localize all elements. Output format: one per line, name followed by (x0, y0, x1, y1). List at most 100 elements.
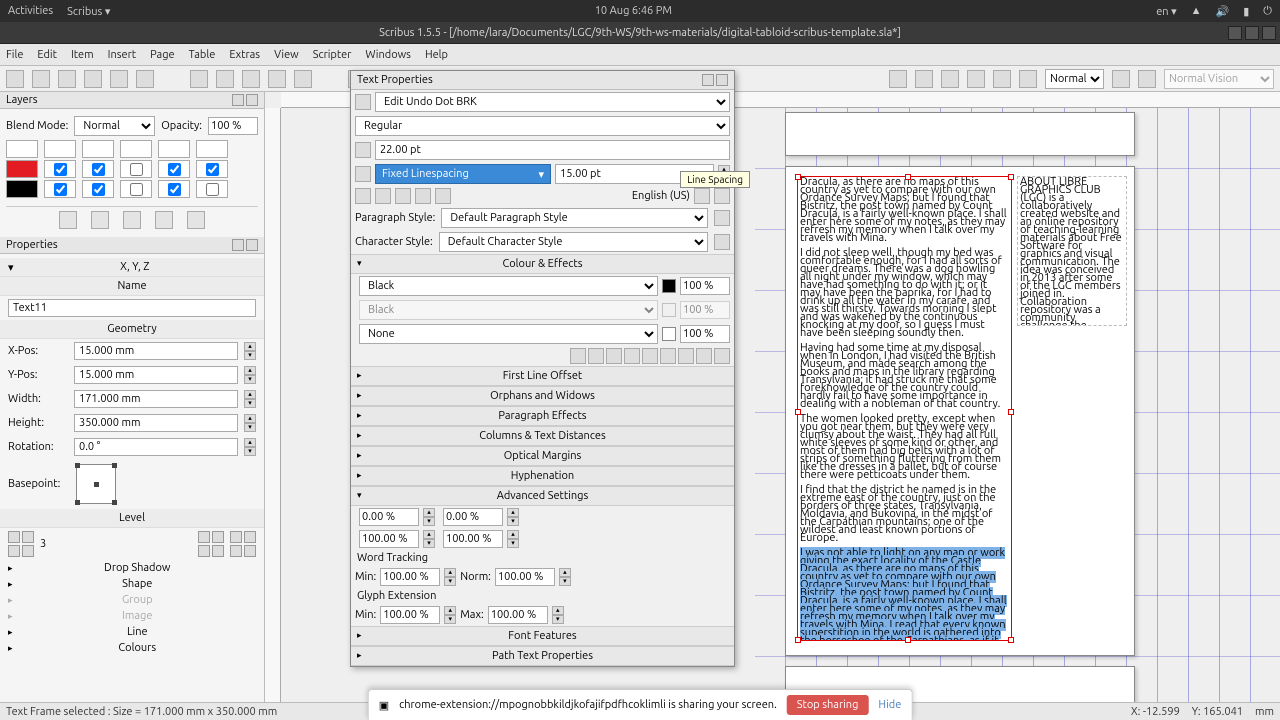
layer-flow-checkbox[interactable] (158, 160, 190, 178)
stop-sharing-button[interactable]: Stop sharing (787, 695, 869, 715)
spin-down-icon[interactable]: ▾ (423, 517, 435, 526)
preview-mode-select[interactable]: Normal (1045, 69, 1104, 89)
tool-new-icon[interactable] (6, 70, 24, 88)
spin-down-icon[interactable]: ▾ (444, 577, 456, 586)
layer-visible-checkbox[interactable] (44, 180, 76, 198)
pstyle-edit-icon[interactable] (714, 210, 730, 226)
layer-lock-checkbox[interactable] (120, 160, 152, 178)
stroke-color-select[interactable]: None (359, 324, 658, 344)
layer-col-color-icon[interactable] (6, 140, 38, 158)
minimize-button[interactable] (1228, 26, 1242, 40)
name-input[interactable] (8, 299, 256, 317)
tool-paste-icon[interactable] (294, 70, 312, 88)
level-bottom-icon[interactable] (8, 545, 20, 557)
layer-color-swatch[interactable] (6, 180, 38, 198)
menu-help[interactable]: Help (425, 49, 448, 61)
shape-section[interactable]: ▸Shape (0, 576, 264, 592)
fill-color-select[interactable]: Black (359, 276, 658, 296)
menu-edit[interactable]: Edit (37, 49, 57, 61)
colours-section[interactable]: ▸Colours (0, 640, 264, 656)
noprint-icon[interactable] (230, 545, 242, 557)
tool-unlink-icon[interactable] (941, 70, 959, 88)
text-frame[interactable]: ABOUT LIBRE GRAPHICS CLUB (LGC) is a col… (1017, 176, 1127, 326)
align-left-icon[interactable] (355, 188, 371, 204)
layer-lock-checkbox[interactable] (120, 180, 152, 198)
scale-v-input[interactable] (443, 508, 503, 526)
optical-margins-section[interactable]: ▸Optical Margins (351, 446, 734, 466)
orphans-widows-section[interactable]: ▸Orphans and Widows (351, 386, 734, 406)
menu-file[interactable]: File (6, 49, 23, 61)
spin-up-icon[interactable]: ▴ (444, 606, 456, 615)
tp-close-icon[interactable] (716, 74, 728, 86)
tool-editmode-icon[interactable] (1138, 70, 1156, 88)
spin-up-icon[interactable]: ▴ (507, 530, 519, 539)
vision-mode-select[interactable]: Normal Vision (1164, 69, 1274, 89)
text-properties-palette[interactable]: Text Properties Edit Undo Dot BRK Regula… (350, 70, 735, 667)
spin-up-icon[interactable]: ▴ (423, 508, 435, 517)
ge-max-input[interactable] (488, 606, 548, 624)
layer-print-checkbox[interactable] (82, 180, 114, 198)
level-up-icon[interactable] (22, 531, 34, 543)
menu-windows[interactable]: Windows (365, 49, 411, 61)
effect-subscript-icon[interactable] (606, 348, 622, 364)
clock[interactable]: 10 Aug 6:46 PM (110, 5, 1156, 17)
maximize-button[interactable] (1245, 26, 1259, 40)
layers-shade-icon[interactable] (232, 94, 244, 106)
battery-icon[interactable]: ▮ (1243, 5, 1249, 18)
props-shade-icon[interactable] (232, 239, 244, 251)
flip-h-icon[interactable] (198, 545, 210, 557)
spin-down-icon[interactable]: ▾ (244, 351, 256, 360)
paragraph-style-select[interactable]: Default Paragraph Style (441, 208, 708, 228)
drop-shadow-section[interactable]: ▸Drop Shadow (0, 560, 264, 576)
basepoint-widget[interactable] (76, 464, 116, 504)
layers-close-icon[interactable] (246, 94, 258, 106)
xyz-section[interactable]: X, Y, Z (120, 261, 149, 273)
tool-cut-icon[interactable] (242, 70, 260, 88)
direction-ltr-icon[interactable] (694, 188, 710, 204)
hyphenation-section[interactable]: ▸Hyphenation (351, 466, 734, 486)
font-family-select[interactable]: Edit Undo Dot BRK (375, 92, 730, 112)
spin-down-icon[interactable]: ▾ (444, 615, 456, 624)
level-down-icon[interactable] (22, 545, 34, 557)
layer-up-icon[interactable] (155, 211, 173, 229)
advanced-settings-section[interactable]: ▾Advanced Settings (351, 486, 734, 506)
rotation-input[interactable] (74, 438, 238, 456)
tool-open-icon[interactable] (32, 70, 50, 88)
first-line-offset-section[interactable]: ▸First Line Offset (351, 366, 734, 386)
character-style-select[interactable]: Default Character Style (439, 232, 708, 252)
stroke-shade-input[interactable] (680, 325, 730, 343)
align-right-icon[interactable] (395, 188, 411, 204)
tool-eyedropper-icon[interactable] (1019, 70, 1037, 88)
spin-up-icon[interactable]: ▴ (244, 366, 256, 375)
wt-min-input[interactable] (380, 568, 440, 586)
align-forced-icon[interactable] (435, 188, 451, 204)
ruler-vertical[interactable] (265, 108, 281, 702)
scale-h-input[interactable] (359, 508, 419, 526)
baseline1-input[interactable] (359, 530, 419, 548)
effect-underlinewords-icon[interactable] (588, 348, 604, 364)
layer-visible-checkbox[interactable] (44, 160, 76, 178)
menu-scripter[interactable]: Scripter (313, 49, 352, 61)
effect-allcaps-icon[interactable] (642, 348, 658, 364)
width-input[interactable] (74, 390, 238, 408)
flip-v-icon[interactable] (212, 545, 224, 557)
layer-down-icon[interactable] (187, 211, 205, 229)
close-button[interactable] (1262, 26, 1276, 40)
tool-copy-icon[interactable] (268, 70, 286, 88)
menu-table[interactable]: Table (189, 49, 216, 61)
layer-print-checkbox[interactable] (82, 160, 114, 178)
wt-norm-input[interactable] (495, 568, 555, 586)
tool-print-icon[interactable] (110, 70, 128, 88)
paragraph-effects-section[interactable]: ▸Paragraph Effects (351, 406, 734, 426)
cstyle-edit-icon[interactable] (714, 234, 730, 250)
effect-superscript-icon[interactable] (624, 348, 640, 364)
spin-down-icon[interactable]: ▾ (552, 615, 564, 624)
locksize-icon[interactable] (244, 531, 256, 543)
layer-row[interactable] (6, 180, 258, 198)
height-input[interactable] (74, 414, 238, 432)
group-icon[interactable] (198, 531, 210, 543)
layer-row[interactable] (6, 160, 258, 178)
spin-down-icon[interactable]: ▾ (244, 447, 256, 456)
spin-down-icon[interactable]: ▾ (244, 399, 256, 408)
layer-col-print-icon[interactable] (82, 140, 114, 158)
